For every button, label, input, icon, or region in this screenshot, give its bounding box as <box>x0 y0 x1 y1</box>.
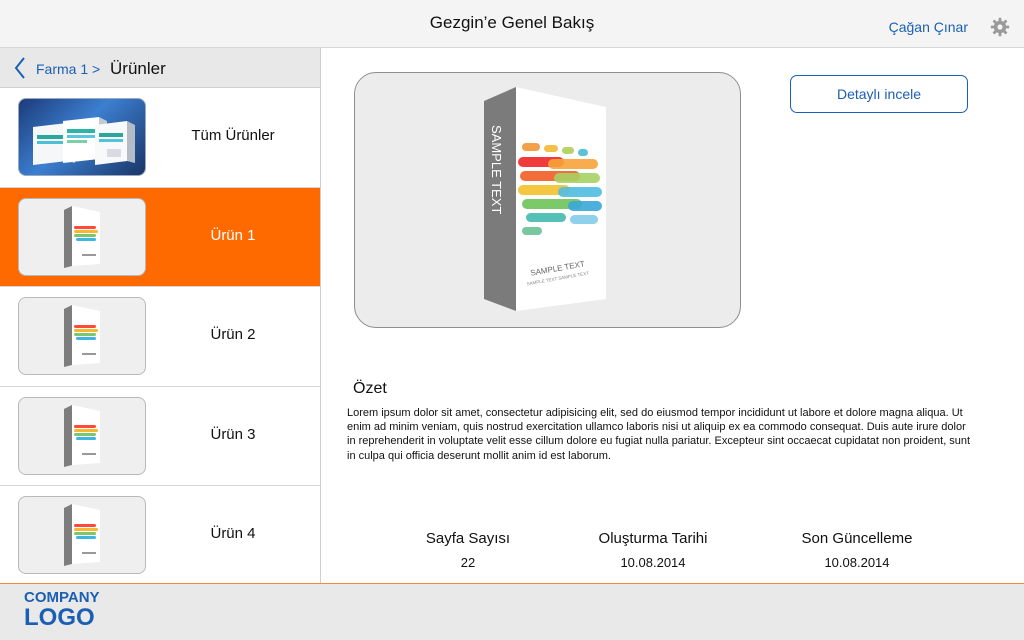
product-box-image <box>64 504 100 567</box>
stat-label: Oluşturma Tarihi <box>598 530 708 547</box>
sidebar-item-product-3[interactable]: Ürün 3 <box>0 386 320 487</box>
stat-label: Son Güncelleme <box>801 530 913 547</box>
footer: COMPANY LOGO <box>0 583 1024 640</box>
sidebar-item-all-products[interactable]: Tüm Ürünler <box>0 88 320 188</box>
box-side-text: SAMPLE TEXT <box>489 125 504 214</box>
page-title: Gezgin’e Genel Bakış <box>429 13 595 32</box>
product-preview: SAMPLE TEXT SAMPLE TEXT SAMPLE TEXT SAMP… <box>354 72 741 328</box>
stat-created-date: Oluşturma Tarihi 10.08.2014 <box>553 530 753 570</box>
stat-value: 22 <box>460 555 476 570</box>
sidebar-item-label: Ürün 3 <box>210 425 256 443</box>
breadcrumb: Farma 1 > Ürünler <box>0 48 320 88</box>
sidebar-item-product-4[interactable]: Ürün 4 <box>0 486 320 583</box>
product-thumbnail <box>18 197 146 276</box>
breadcrumb-parent-link[interactable]: Farma 1 > <box>36 61 100 77</box>
product-box-image <box>64 205 100 268</box>
sidebar-item-label: Ürün 4 <box>210 525 256 543</box>
product-box-large-image: SAMPLE TEXT SAMPLE TEXT SAMPLE TEXT SAMP… <box>483 87 606 311</box>
user-name-link[interactable]: Çağan Çınar <box>889 19 968 35</box>
logo-line-2: LOGO <box>24 604 95 631</box>
sidebar: Farma 1 > Ürünler Tüm Ürünler Ürün 1 Ürü… <box>0 48 321 583</box>
product-thumbnail <box>18 496 146 575</box>
gear-icon[interactable] <box>990 17 1010 37</box>
stat-value: 10.08.2014 <box>824 555 890 570</box>
stat-value: 10.08.2014 <box>620 555 686 570</box>
summary-title: Özet <box>353 380 387 397</box>
company-logo: COMPANY LOGO <box>24 590 100 630</box>
logo-line-1: COMPANY <box>24 589 100 606</box>
stat-last-updated: Son Güncelleme 10.08.2014 <box>757 530 957 570</box>
breadcrumb-current: Ürünler <box>110 59 166 78</box>
product-boxes-image <box>33 117 135 165</box>
sidebar-item-label: Ürün 1 <box>210 226 256 244</box>
product-thumbnail <box>18 396 146 475</box>
sidebar-item-label: Ürün 2 <box>210 326 256 344</box>
top-bar: Gezgin’e Genel Bakış Çağan Çınar <box>0 0 1024 48</box>
main-content: SAMPLE TEXT SAMPLE TEXT SAMPLE TEXT SAMP… <box>321 48 1024 583</box>
sidebar-item-product-1[interactable]: Ürün 1 <box>0 187 320 288</box>
stat-page-count: Sayfa Sayısı 22 <box>368 530 568 570</box>
sidebar-item-product-2[interactable]: Ürün 2 <box>0 287 320 387</box>
product-box-image <box>64 404 100 467</box>
product-box-image <box>64 305 100 368</box>
product-thumbnail <box>18 297 146 376</box>
stat-label: Sayfa Sayısı <box>425 530 511 547</box>
chevron-left-icon[interactable] <box>14 57 26 79</box>
summary-text: Lorem ipsum dolor sit amet, consectetur … <box>347 407 971 462</box>
sidebar-item-label: Tüm Ürünler <box>191 127 275 144</box>
all-products-thumbnail <box>18 98 146 176</box>
detail-button[interactable]: Detaylı incele <box>790 75 968 113</box>
